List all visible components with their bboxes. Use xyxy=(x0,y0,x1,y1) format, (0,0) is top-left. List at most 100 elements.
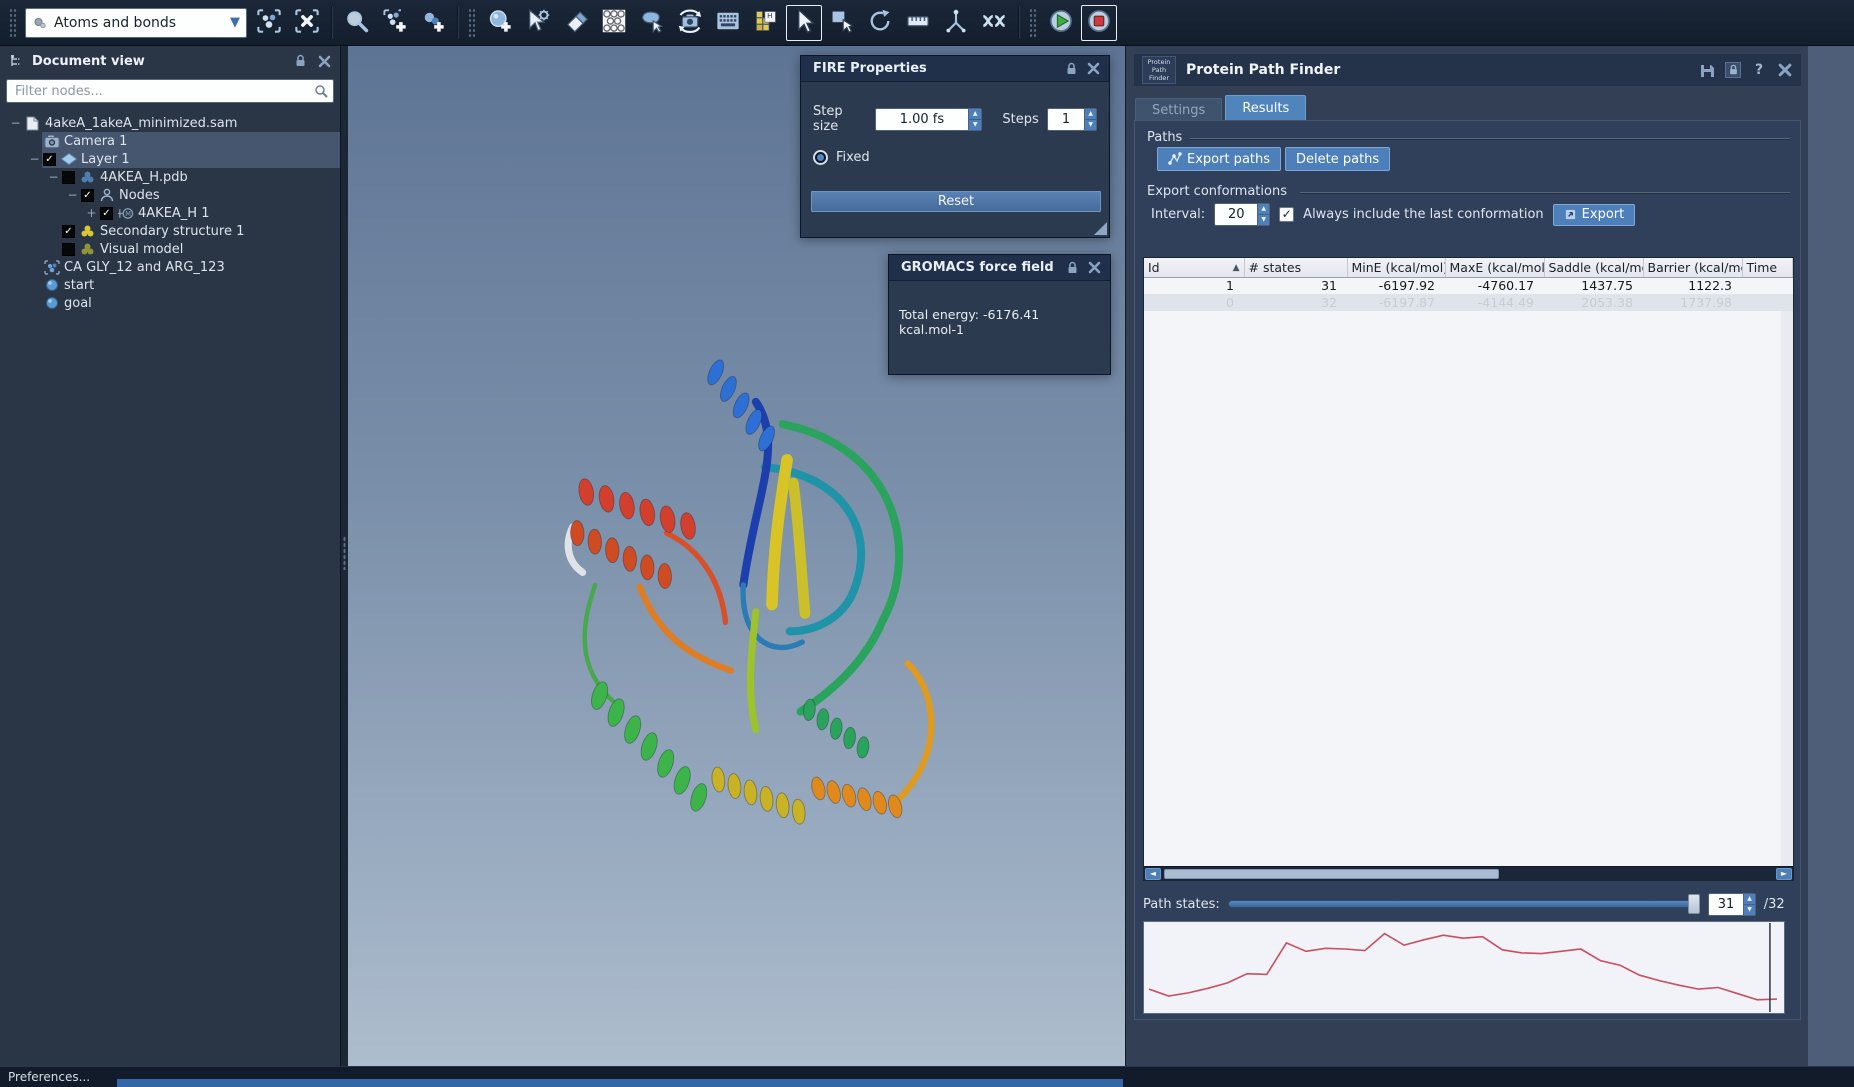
column-header-id[interactable]: Id▲ xyxy=(1144,258,1244,277)
tree-item-nodes[interactable]: −✓Nodes xyxy=(0,186,340,204)
zoom-button[interactable] xyxy=(339,5,375,41)
spin-down-icon[interactable]: ▼ xyxy=(969,120,981,130)
twist-button[interactable] xyxy=(976,5,1012,41)
export-button[interactable]: Export xyxy=(1553,204,1636,226)
tab-results[interactable]: Results xyxy=(1225,95,1306,121)
axes-button[interactable] xyxy=(938,5,974,41)
close-icon[interactable] xyxy=(1085,61,1101,77)
checkbox-checked[interactable]: ✓ xyxy=(81,189,94,202)
column-header-time[interactable]: Time xyxy=(1742,258,1793,277)
scroll-right-icon[interactable]: ► xyxy=(1776,868,1792,880)
rect-select-button[interactable] xyxy=(824,5,860,41)
tree-item-secondary-structure-1[interactable]: ✓Secondary structure 1 xyxy=(0,222,340,240)
toolbar-grip-handle[interactable] xyxy=(9,8,18,38)
energy-profile-chart[interactable] xyxy=(1143,921,1785,1014)
status-text[interactable]: Preferences... xyxy=(8,1070,90,1084)
add-node-button[interactable] xyxy=(415,5,451,41)
checkbox-checked[interactable]: ✓ xyxy=(43,153,56,166)
steps-input[interactable] xyxy=(1048,109,1085,130)
fixed-radio[interactable] xyxy=(813,150,828,165)
tree-item-content[interactable]: 4AKEA_H.pdb xyxy=(61,168,340,186)
deselect-button[interactable] xyxy=(289,5,325,41)
scrollbar-handle[interactable] xyxy=(1164,869,1499,879)
toolbar-grip-handle[interactable] xyxy=(1029,8,1038,38)
filter-nodes-input[interactable] xyxy=(15,84,313,99)
tree-item-4akea-h-1[interactable]: +✓M4AKEA_H 1 xyxy=(0,204,340,222)
tree-item-content[interactable]: Visual model xyxy=(61,240,340,258)
simulation-grid-button[interactable] xyxy=(710,5,746,41)
close-icon[interactable] xyxy=(1777,62,1793,78)
spin-up-icon[interactable]: ▲ xyxy=(1744,894,1755,905)
tree-item-visual-model[interactable]: Visual model xyxy=(0,240,340,258)
expander-icon[interactable]: − xyxy=(27,152,42,166)
interval-input[interactable] xyxy=(1215,204,1257,225)
lattice-creator-button[interactable] xyxy=(596,5,632,41)
results-table[interactable]: Id▲# statesMinE (kcal/mol)MaxE (kcal/mol… xyxy=(1144,258,1793,311)
scroll-left-icon[interactable]: ◄ xyxy=(1145,868,1161,880)
fire-properties-titlebar[interactable]: FIRE Properties xyxy=(801,56,1109,82)
horizontal-scrollbar[interactable]: ◄ ► xyxy=(1144,866,1793,880)
tree-item-content[interactable]: ✓M4AKEA_H 1 xyxy=(99,204,340,222)
spin-down-icon[interactable]: ▼ xyxy=(1744,905,1755,915)
tree-item-content[interactable]: ✓Layer 1 xyxy=(42,150,340,168)
spin-up-icon[interactable]: ▲ xyxy=(969,109,981,120)
reset-button[interactable]: Reset xyxy=(811,191,1101,212)
column-header-mine-kcal-mol-[interactable]: MinE (kcal/mol) xyxy=(1347,258,1445,277)
measure-button[interactable] xyxy=(900,5,936,41)
toolbar-grip-handle[interactable] xyxy=(468,8,477,38)
tree-item-goal[interactable]: goal xyxy=(0,294,340,312)
tree-item-ca-gly-12-and-arg-123[interactable]: CA GLY_12 and ARG_123 xyxy=(0,258,340,276)
spin-down-icon[interactable]: ▼ xyxy=(1085,120,1096,130)
tree-item-content[interactable]: CA GLY_12 and ARG_123 xyxy=(42,258,340,276)
shape-select-button[interactable] xyxy=(634,5,670,41)
viewport-3d[interactable]: FIRE Properties Step size ▲▼ Steps xyxy=(348,46,1125,1066)
export-paths-button[interactable]: Export paths xyxy=(1157,147,1281,171)
rotate-tool-button[interactable] xyxy=(862,5,898,41)
gromacs-titlebar[interactable]: GROMACS force field xyxy=(889,255,1110,281)
path-states-slider[interactable] xyxy=(1228,894,1700,914)
play-button[interactable] xyxy=(1043,5,1079,41)
delete-paths-button[interactable]: Delete paths xyxy=(1285,147,1390,171)
step-size-input[interactable] xyxy=(876,109,968,130)
table-header-row[interactable]: Id▲# statesMinE (kcal/mol)MaxE (kcal/mol… xyxy=(1144,258,1793,277)
tree-item-content[interactable]: ✓Secondary structure 1 xyxy=(61,222,340,240)
column-header-barrier-kcal-mo[interactable]: Barrier (kcal/mo xyxy=(1643,258,1742,277)
tree-item-4akea-h-pdb[interactable]: −4AKEA_H.pdb xyxy=(0,168,340,186)
erase-button[interactable] xyxy=(558,5,594,41)
tree-item-4akea-1akea-minimized-sam[interactable]: −4akeA_1akeA_minimized.sam xyxy=(0,114,340,132)
camera-orbit-button[interactable] xyxy=(672,5,708,41)
expander-icon[interactable]: − xyxy=(65,188,80,202)
tree-item-content[interactable]: goal xyxy=(42,294,340,312)
expander-icon[interactable]: − xyxy=(8,116,23,130)
tree-item-content[interactable]: ✓Nodes xyxy=(80,186,340,204)
tree-item-layer-1[interactable]: −✓Layer 1 xyxy=(0,150,340,168)
expander-icon[interactable]: − xyxy=(46,170,61,184)
tree-item-content[interactable]: start xyxy=(42,276,340,294)
checkbox-unchecked[interactable] xyxy=(62,171,75,184)
stop-button[interactable] xyxy=(1081,5,1117,41)
always-include-checkbox[interactable]: ✓ xyxy=(1279,207,1294,222)
save-icon[interactable] xyxy=(1699,62,1715,78)
protein-path-finder-titlebar[interactable]: Protein Path Finder Protein Path Finder … xyxy=(1134,54,1801,86)
selection-filter-dropdown[interactable]: Atoms and bonds ▼ xyxy=(25,8,247,38)
checkbox-checked[interactable]: ✓ xyxy=(62,225,75,238)
tree-item-camera-1[interactable]: Camera 1 xyxy=(0,132,340,150)
checkbox-checked[interactable]: ✓ xyxy=(100,207,113,220)
close-icon[interactable] xyxy=(1086,260,1102,276)
tree-item-content[interactable]: 4akeA_1akeA_minimized.sam xyxy=(23,114,340,132)
tree-item-content[interactable]: Camera 1 xyxy=(42,132,340,150)
lock-icon[interactable] xyxy=(1064,260,1080,276)
table-row[interactable]: 131-6197.92-4760.171437.751122.3 xyxy=(1144,277,1793,294)
lock-icon[interactable] xyxy=(292,53,308,69)
panel-splitter[interactable] xyxy=(341,46,348,1066)
column-header--states[interactable]: # states xyxy=(1244,258,1347,277)
select-visible-button[interactable] xyxy=(251,5,287,41)
select-tool-button[interactable] xyxy=(786,5,822,41)
lock-icon[interactable] xyxy=(1725,62,1741,78)
expander-icon[interactable]: + xyxy=(84,206,99,220)
add-group-button[interactable] xyxy=(377,5,413,41)
periodic-table-button[interactable]: H xyxy=(748,5,784,41)
edit-pointer-button[interactable] xyxy=(520,5,556,41)
add-atom-button[interactable] xyxy=(482,5,518,41)
spin-up-icon[interactable]: ▲ xyxy=(1085,109,1096,120)
